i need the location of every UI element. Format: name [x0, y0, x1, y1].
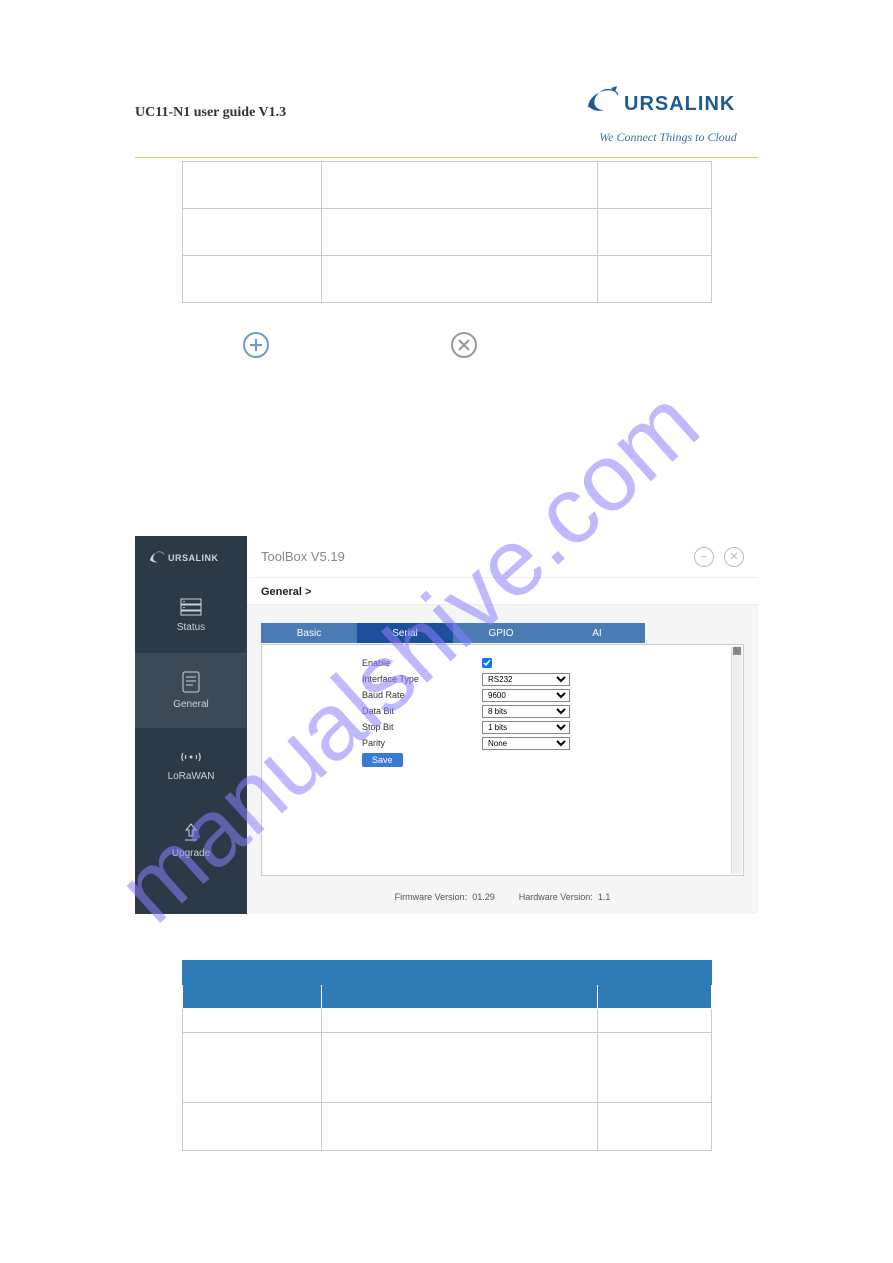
doc-title: UC11-N1 user guide V1.3	[135, 80, 286, 121]
sidebar-item-label: LoRaWAN	[168, 771, 215, 782]
app-title: ToolBox V5.19	[261, 549, 345, 564]
scrollbar-thumb[interactable]	[733, 647, 741, 655]
close-icon: ✕	[729, 550, 738, 563]
sidebar-item-status[interactable]: Status	[135, 578, 247, 653]
tab-serial[interactable]: Serial	[357, 623, 453, 643]
sidebar-item-upgrade[interactable]: Upgrade	[135, 803, 247, 878]
toolbox-app: URSALINK Status General LoRaWAN Upgrade	[135, 536, 758, 914]
interface-type-select[interactable]: RS232	[482, 673, 570, 686]
fw-label: Firmware Version:	[395, 892, 468, 902]
breadcrumb: General >	[247, 578, 758, 605]
sidebar-item-general[interactable]: General	[135, 653, 247, 728]
brand-logo: URSALINK We Connect Things to Cloud	[578, 80, 758, 145]
brand-tagline: We Connect Things to Cloud	[578, 130, 758, 145]
minimize-button[interactable]: −	[694, 547, 714, 567]
save-button[interactable]: Save	[362, 753, 403, 767]
baud-rate-label: Baud Rate	[362, 690, 482, 700]
minimize-icon: −	[701, 551, 707, 563]
interface-type-label: Interface Type	[362, 674, 482, 684]
tab-bar: Basic Serial GPIO AI	[247, 605, 758, 643]
plus-circle-icon	[242, 331, 270, 359]
parity-select[interactable]: None	[482, 737, 570, 750]
hw-label: Hardware Version:	[519, 892, 593, 902]
header-divider	[135, 157, 758, 158]
enable-checkbox[interactable]	[482, 658, 492, 668]
tab-ai[interactable]: AI	[549, 623, 645, 643]
tab-basic[interactable]: Basic	[261, 623, 357, 643]
svg-text:URSALINK: URSALINK	[624, 93, 735, 115]
svg-text:URSALINK: URSALINK	[168, 553, 219, 563]
serial-form-panel: Enable Interface Type RS232 Baud Rate 96…	[261, 644, 744, 876]
enable-label: Enable	[362, 658, 482, 668]
hw-value: 1.1	[598, 892, 611, 902]
sidebar-item-label: Upgrade	[172, 848, 210, 859]
parameters-table-lower	[182, 960, 712, 1151]
data-bit-label: Data Bit	[362, 706, 482, 716]
version-footer: Firmware Version: 01.29 Hardware Version…	[247, 876, 758, 902]
upgrade-icon	[182, 822, 200, 842]
fw-value: 01.29	[472, 892, 495, 902]
tab-gpio[interactable]: GPIO	[453, 623, 549, 643]
document-icon	[181, 671, 201, 693]
sidebar: URSALINK Status General LoRaWAN Upgrade	[135, 536, 247, 914]
parameters-table-upper	[182, 161, 712, 303]
server-icon	[180, 598, 202, 616]
close-circle-icon	[450, 331, 478, 359]
close-button[interactable]: ✕	[724, 547, 744, 567]
parity-label: Parity	[362, 738, 482, 748]
stop-bit-select[interactable]: 1 bits	[482, 721, 570, 734]
sidebar-item-lorawan[interactable]: LoRaWAN	[135, 728, 247, 803]
data-bit-select[interactable]: 8 bits	[482, 705, 570, 718]
ursalink-logo-icon: URSALINK	[578, 80, 758, 128]
baud-rate-select[interactable]: 9600	[482, 689, 570, 702]
antenna-icon	[179, 749, 203, 765]
sidebar-item-label: General	[173, 699, 209, 710]
sidebar-item-label: Status	[177, 622, 205, 633]
sidebar-brand-logo: URSALINK	[135, 536, 247, 578]
stop-bit-label: Stop Bit	[362, 722, 482, 732]
